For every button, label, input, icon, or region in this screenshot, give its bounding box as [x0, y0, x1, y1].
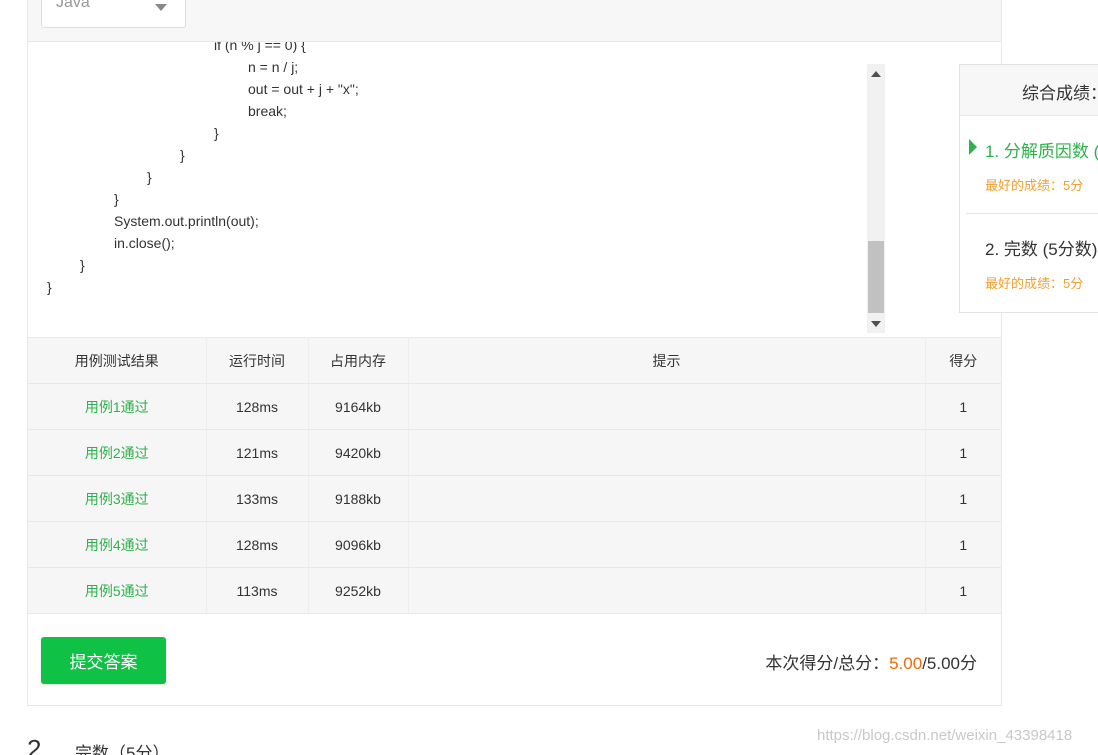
- divider: [966, 213, 1098, 214]
- table-row: 用例4通过 128ms 9096kb 1: [28, 521, 1001, 568]
- run-time-cell: 128ms: [206, 521, 309, 568]
- side-panel-title: 综合成绩：: [1022, 84, 1098, 103]
- code-line: out = out + j + "x";: [248, 81, 359, 97]
- test-result-cell: 用例2通过: [28, 429, 207, 476]
- code-line: }: [114, 191, 119, 207]
- question-title: 1. 分解质因数 (: [985, 142, 1098, 161]
- hint-cell: [408, 567, 926, 614]
- score-cell: 1: [925, 475, 1001, 522]
- score-label: 本次得分/总分：: [765, 654, 890, 673]
- column-header: 运行时间: [206, 337, 309, 384]
- problem-panel: Java if (n % j == 0) { n = n / j; out = …: [27, 0, 1002, 706]
- test-result-cell: 用例4通过: [28, 521, 207, 568]
- table-row: 用例3通过 133ms 9188kb 1: [28, 475, 1001, 522]
- scroll-up-arrow-icon[interactable]: [871, 71, 881, 77]
- score-summary: 本次得分/总分：5.00/5.00分: [765, 649, 977, 674]
- question-item-1[interactable]: 1. 分解质因数 ( 最好的成绩：5分: [960, 137, 1098, 197]
- side-panel-header: 综合成绩：: [960, 65, 1098, 116]
- caret-right-icon: [969, 139, 977, 155]
- submit-answer-button[interactable]: 提交答案: [41, 637, 166, 684]
- memory-cell: 9096kb: [308, 521, 409, 568]
- question-item-2[interactable]: 2. 完数 (5分数) 最好的成绩：5分: [960, 235, 1098, 295]
- hint-cell: [408, 521, 926, 568]
- table-row: 用例1通过 128ms 9164kb 1: [28, 383, 1001, 430]
- code-line: }: [180, 147, 185, 163]
- code-line: }: [147, 169, 152, 185]
- hint-cell: [408, 475, 926, 522]
- test-results-table: 用例测试结果 运行时间 占用内存 提示 得分 用例1通过 128ms 9164k…: [28, 337, 1001, 614]
- watermark: https://blog.csdn.net/weixin_43398418: [817, 727, 1073, 744]
- code-line: in.close();: [114, 235, 175, 251]
- test-result-cell: 用例5通过: [28, 567, 207, 614]
- table-row: 用例2通过 121ms 9420kb 1: [28, 429, 1001, 476]
- language-select[interactable]: Java: [41, 0, 186, 28]
- memory-cell: 9188kb: [308, 475, 409, 522]
- code-scrollbar[interactable]: [867, 64, 885, 333]
- language-bar: Java: [28, 0, 1001, 42]
- column-header: 得分: [925, 337, 1001, 384]
- question-title: 2. 完数 (5分数): [985, 240, 1098, 259]
- scroll-down-arrow-icon[interactable]: [871, 321, 881, 327]
- memory-cell: 9252kb: [308, 567, 409, 614]
- table-row: 用例5通过 113ms 9252kb 1: [28, 567, 1001, 614]
- test-result-cell: 用例3通过: [28, 475, 207, 522]
- total-score: /5.00分: [922, 654, 977, 673]
- table-header-row: 用例测试结果 运行时间 占用内存 提示 得分: [28, 337, 1001, 384]
- score-cell: 1: [925, 383, 1001, 430]
- hint-cell: [408, 383, 926, 430]
- code-line: n = n / j;: [248, 59, 299, 75]
- question-number: 2: [27, 734, 42, 755]
- memory-cell: 9164kb: [308, 383, 409, 430]
- test-result-cell: 用例1通过: [28, 383, 207, 430]
- column-header: 占用内存: [308, 337, 409, 384]
- language-select-value: Java: [56, 0, 90, 11]
- code-line: break;: [248, 103, 287, 119]
- best-score: 最好的成绩：5分: [985, 178, 1084, 193]
- column-header: 用例测试结果: [28, 337, 207, 384]
- score-cell: 1: [925, 567, 1001, 614]
- best-score: 最好的成绩：5分: [985, 276, 1084, 291]
- score-cell: 1: [925, 429, 1001, 476]
- overall-score-panel: 综合成绩： 1. 分解质因数 ( 最好的成绩：5分 2. 完数 (5分数) 最好…: [959, 64, 1098, 313]
- hint-cell: [408, 429, 926, 476]
- scroll-thumb[interactable]: [868, 241, 884, 313]
- column-header: 提示: [408, 337, 926, 384]
- run-time-cell: 133ms: [206, 475, 309, 522]
- score-cell: 1: [925, 521, 1001, 568]
- run-time-cell: 128ms: [206, 383, 309, 430]
- code-line: }: [214, 125, 219, 141]
- chevron-down-icon: [155, 4, 167, 11]
- memory-cell: 9420kb: [308, 429, 409, 476]
- code-line: }: [80, 257, 85, 273]
- code-line: }: [47, 279, 52, 295]
- code-line: if (n % j == 0) {: [214, 42, 306, 53]
- current-score: 5.00: [889, 654, 923, 673]
- code-line: System.out.println(out);: [114, 213, 259, 229]
- run-time-cell: 113ms: [206, 567, 309, 614]
- code-editor[interactable]: if (n % j == 0) { n = n / j; out = out +…: [28, 42, 1001, 337]
- question-title: 完数（5分）: [75, 744, 170, 755]
- run-time-cell: 121ms: [206, 429, 309, 476]
